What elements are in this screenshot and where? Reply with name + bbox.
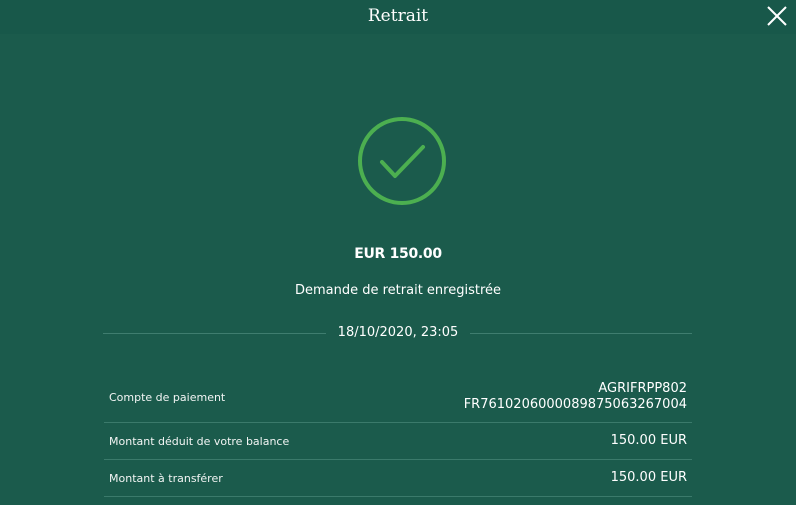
checkmark-circle-icon	[357, 116, 447, 206]
detail-row-transfer-amount: Montant à transférer 150.00 EUR	[104, 460, 692, 497]
withdrawal-date-wrap: 18/10/2020, 23:05	[0, 325, 796, 340]
detail-value: AGRIFRPP802 FR7610206000089875063267004	[464, 381, 687, 413]
detail-value: 150.00 EUR	[610, 433, 687, 448]
close-icon-svg	[767, 6, 787, 26]
withdrawal-status: Demande de retrait enregistrée	[294, 283, 502, 298]
withdrawal-amount: EUR 150.00	[354, 246, 442, 262]
modal-header: Retrait	[0, 0, 796, 34]
detail-value: 150.00 EUR	[610, 470, 687, 485]
detail-label: Montant déduit de votre balance	[109, 434, 290, 448]
bank-iban: FR7610206000089875063267004	[463, 397, 687, 412]
close-icon[interactable]	[765, 4, 789, 28]
withdrawal-date: 18/10/2020, 23:05	[325, 325, 471, 340]
detail-label: Compte de paiement	[109, 390, 226, 404]
modal-title: Retrait	[367, 6, 429, 26]
detail-label: Montant à transférer	[109, 471, 223, 485]
bank-bic: AGRIFRPP802	[598, 381, 687, 396]
detail-row-deducted-amount: Montant déduit de votre balance 150.00 E…	[104, 423, 692, 460]
details-list: Compte de paiement AGRIFRPP802 FR7610206…	[104, 372, 692, 497]
detail-row-payment-account: Compte de paiement AGRIFRPP802 FR7610206…	[104, 372, 692, 423]
